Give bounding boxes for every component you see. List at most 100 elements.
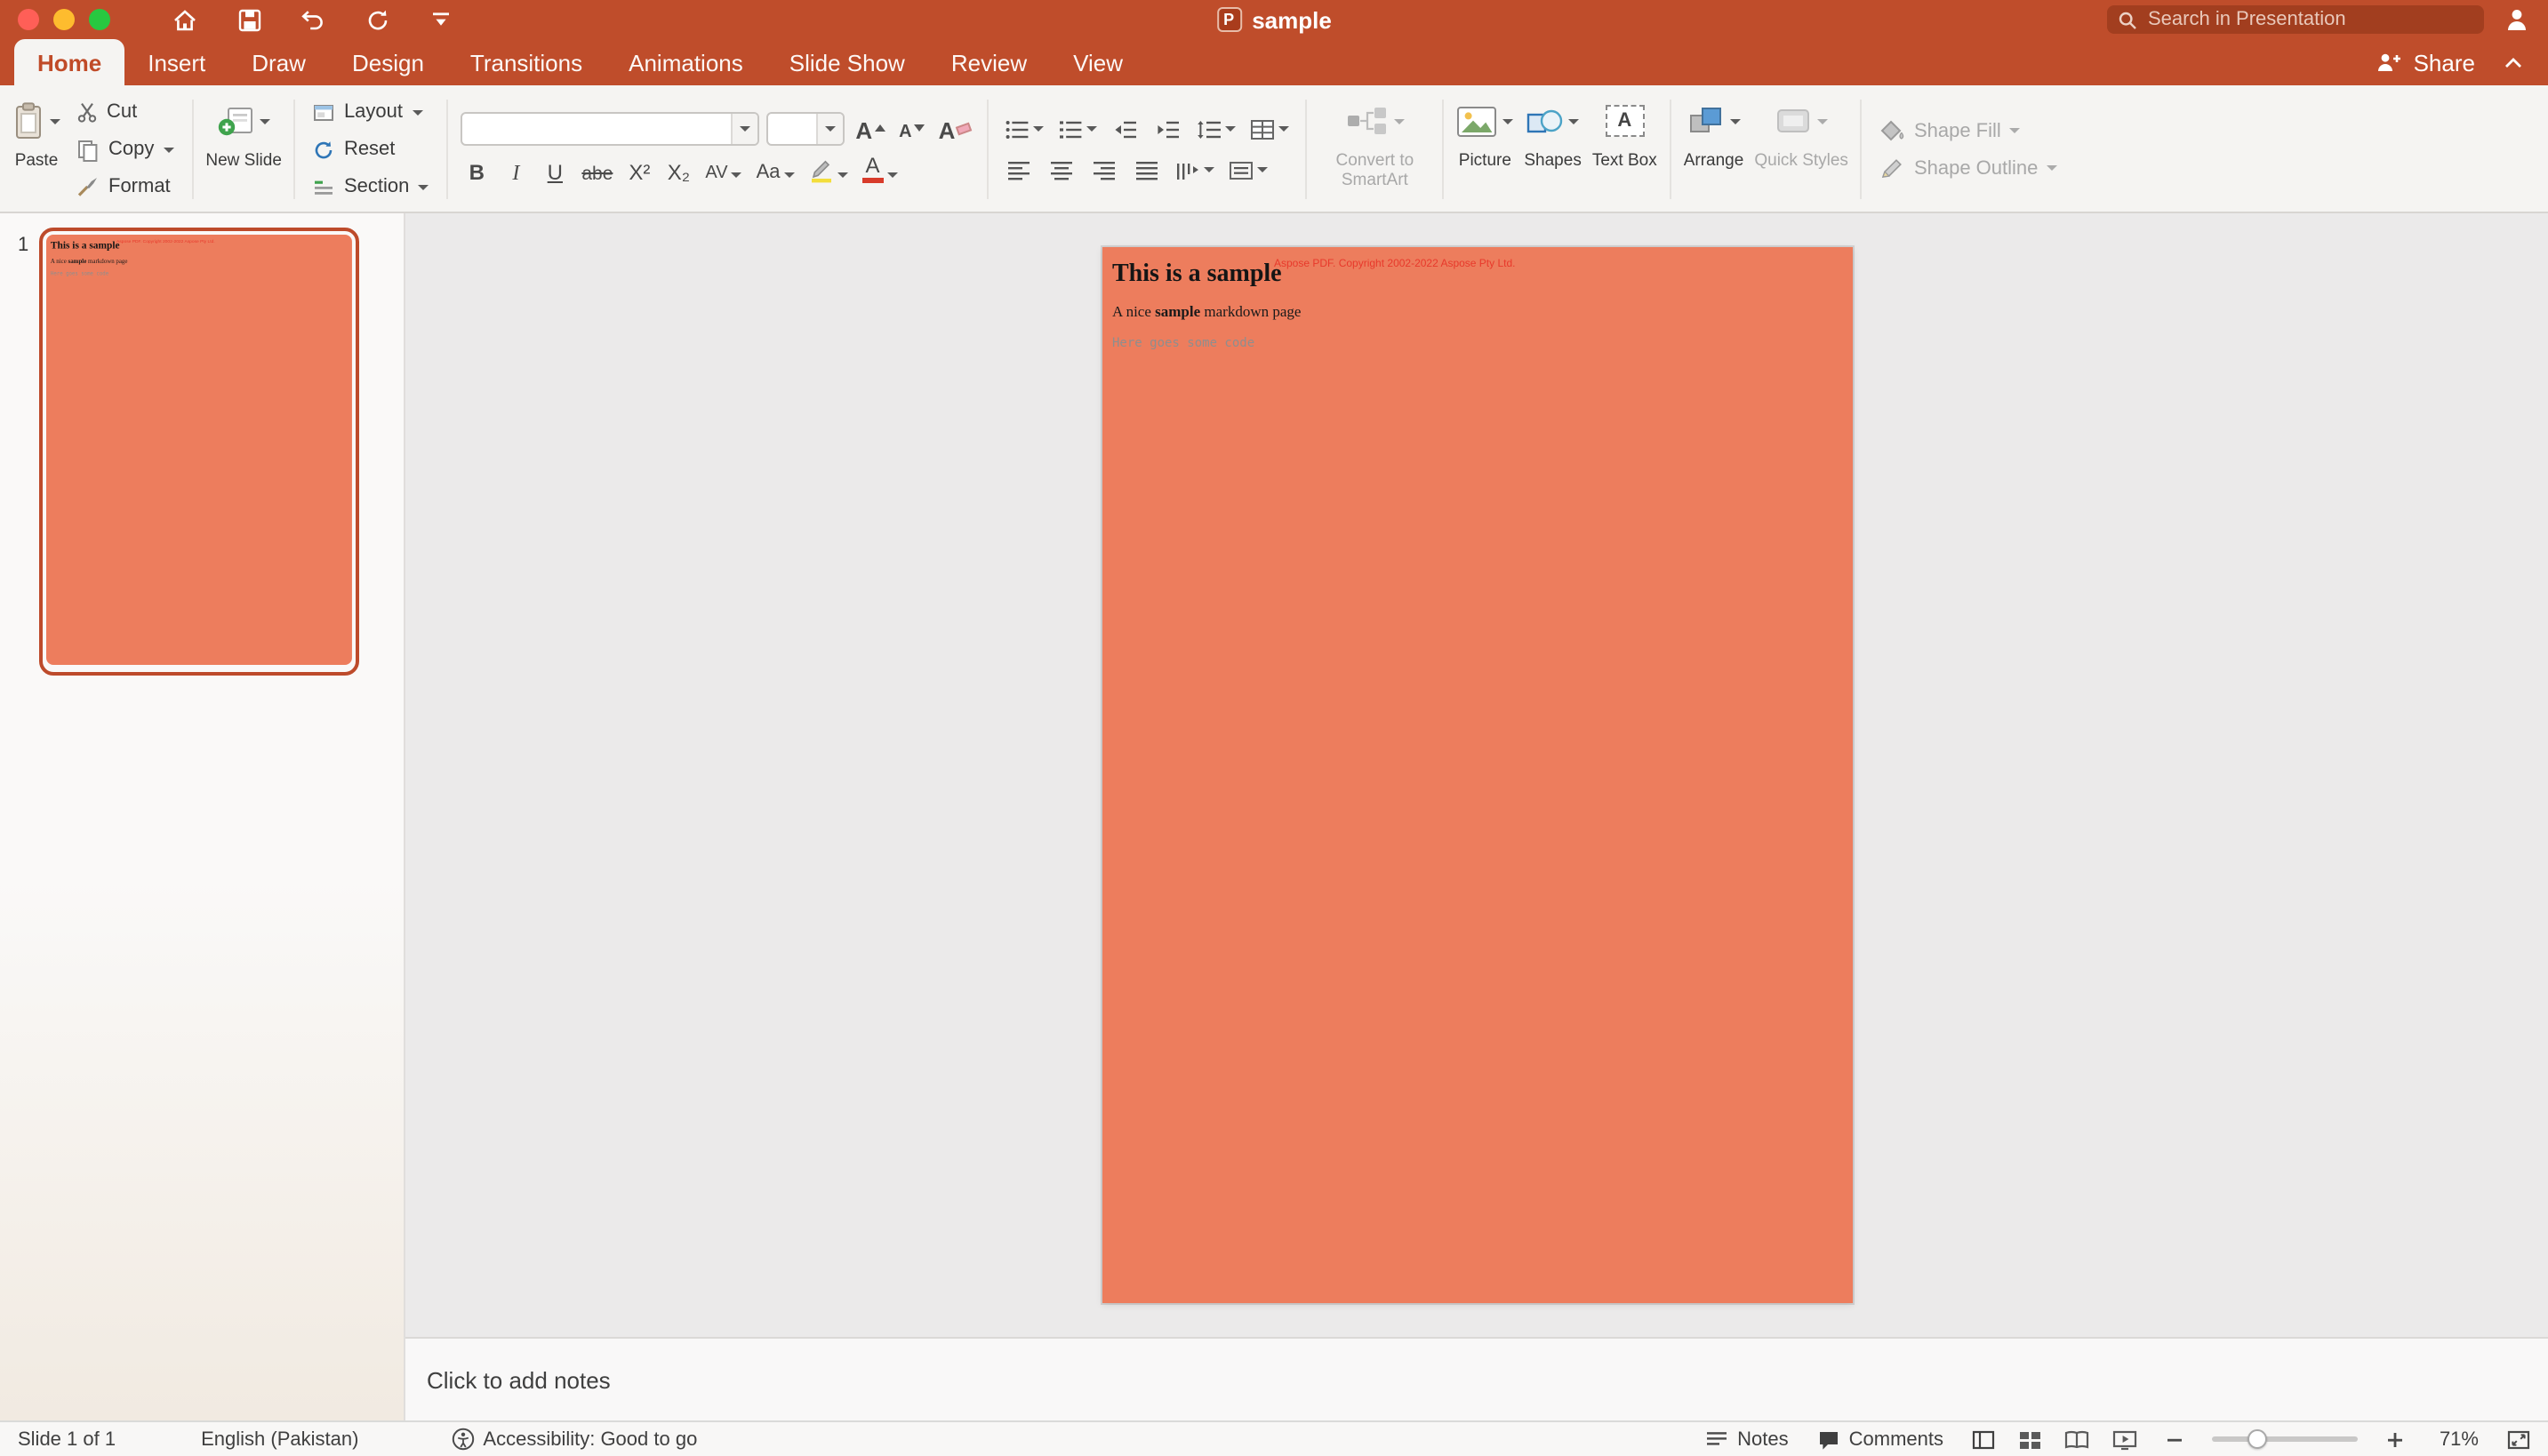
tab-review[interactable]: Review bbox=[928, 39, 1050, 85]
font-color-bar-icon bbox=[862, 178, 884, 183]
save-icon[interactable] bbox=[235, 5, 263, 34]
slide-sorter-view-button[interactable] bbox=[2018, 1428, 2041, 1450]
align-center-button[interactable] bbox=[1044, 154, 1079, 186]
undo-icon[interactable] bbox=[299, 5, 327, 34]
zoom-in-button[interactable] bbox=[2386, 1430, 2404, 1448]
align-left-button[interactable] bbox=[1001, 154, 1037, 186]
paste-dropdown-caret[interactable] bbox=[50, 118, 60, 124]
clear-formatting-button[interactable]: A bbox=[935, 113, 975, 145]
picture-caret[interactable] bbox=[1502, 118, 1513, 124]
decrease-indent-icon bbox=[1113, 118, 1138, 140]
font-size-combobox[interactable] bbox=[766, 112, 845, 146]
tab-transitions[interactable]: Transitions bbox=[447, 39, 605, 85]
text-highlight-button[interactable] bbox=[805, 155, 852, 187]
comments-toggle-button[interactable]: Comments bbox=[1817, 1428, 1943, 1450]
smartart-caret[interactable] bbox=[1393, 118, 1404, 124]
shape-outline-button[interactable]: Shape Outline bbox=[1875, 153, 2063, 183]
picture-button[interactable]: Picture bbox=[1451, 91, 1518, 208]
quick-styles-button[interactable]: Quick Styles bbox=[1749, 91, 1854, 208]
arrange-button[interactable]: Arrange bbox=[1679, 91, 1750, 208]
quick-styles-caret[interactable] bbox=[1817, 118, 1828, 124]
italic-button[interactable]: I bbox=[500, 155, 532, 187]
layout-button[interactable]: Layout bbox=[308, 97, 434, 127]
search-placeholder: Search in Presentation bbox=[2148, 9, 2346, 30]
slide-heading[interactable]: This is a sample bbox=[1112, 261, 1282, 290]
shape-fill-button[interactable]: Shape Fill bbox=[1875, 116, 2063, 146]
bullets-button[interactable] bbox=[1001, 113, 1047, 145]
customize-toolbar-icon[interactable] bbox=[427, 5, 455, 34]
accessibility-status[interactable]: Accessibility: Good to go bbox=[451, 1428, 697, 1451]
shapes-caret[interactable] bbox=[1569, 118, 1580, 124]
slide-body-line[interactable]: A nice sample markdown page bbox=[1112, 302, 1301, 320]
slide-show-view-button[interactable] bbox=[2112, 1428, 2137, 1450]
copy-button[interactable]: Copy bbox=[71, 134, 179, 164]
align-text-button[interactable] bbox=[1225, 154, 1271, 186]
tab-design[interactable]: Design bbox=[329, 39, 447, 85]
increase-font-size-button[interactable]: A bbox=[852, 113, 888, 145]
convert-to-smartart-button[interactable]: Convert to SmartArt bbox=[1314, 91, 1435, 208]
reset-button[interactable]: Reset bbox=[308, 134, 434, 164]
fullscreen-window-button[interactable] bbox=[89, 9, 110, 30]
slide-code-line[interactable]: Here goes some code bbox=[1112, 336, 1254, 350]
tab-insert[interactable]: Insert bbox=[124, 39, 228, 85]
notes-pane[interactable]: Click to add notes bbox=[405, 1337, 2548, 1420]
tab-view[interactable]: View bbox=[1050, 39, 1146, 85]
decrease-indent-button[interactable] bbox=[1108, 113, 1143, 145]
account-icon[interactable] bbox=[2502, 5, 2530, 34]
increase-indent-button[interactable] bbox=[1150, 113, 1186, 145]
tab-slide-show[interactable]: Slide Show bbox=[766, 39, 928, 85]
normal-view-button[interactable] bbox=[1972, 1428, 1995, 1450]
columns-button[interactable] bbox=[1246, 113, 1293, 145]
new-slide-dropdown-caret[interactable] bbox=[260, 118, 270, 124]
home-icon[interactable] bbox=[171, 5, 199, 34]
zoom-slider[interactable] bbox=[2212, 1436, 2358, 1442]
change-case-button[interactable]: Aa bbox=[753, 155, 798, 187]
zoom-level[interactable]: 71% bbox=[2432, 1428, 2479, 1450]
subscript-button[interactable]: X₂ bbox=[662, 155, 694, 187]
font-name-combobox[interactable] bbox=[461, 112, 759, 146]
font-color-button[interactable]: A bbox=[859, 155, 901, 187]
font-color-caret bbox=[887, 172, 898, 178]
share-button[interactable]: Share bbox=[2359, 39, 2493, 85]
paste-button[interactable]: Paste bbox=[7, 91, 66, 208]
zoom-slider-knob[interactable] bbox=[2247, 1429, 2266, 1449]
shapes-button[interactable]: Shapes bbox=[1518, 91, 1586, 208]
notes-toggle-button[interactable]: Notes bbox=[1705, 1428, 1789, 1450]
underline-button[interactable]: U bbox=[539, 155, 571, 187]
section-button[interactable]: Section bbox=[308, 172, 434, 202]
tab-animations[interactable]: Animations bbox=[605, 39, 766, 85]
slide-thumbnail-selected[interactable]: Aspose PDF. Copyright 2002-2022 Aspose P… bbox=[39, 228, 359, 676]
bold-button[interactable]: B bbox=[461, 155, 493, 187]
slide[interactable]: Aspose PDF. Copyright 2002-2022 Aspose P… bbox=[1102, 247, 1852, 1303]
zoom-out-button[interactable] bbox=[2166, 1430, 2183, 1448]
new-slide-button[interactable]: New Slide bbox=[200, 91, 287, 208]
justify-button[interactable] bbox=[1129, 154, 1165, 186]
increase-indent-icon bbox=[1156, 118, 1181, 140]
section-dropdown-caret bbox=[418, 184, 429, 189]
decrease-font-size-button[interactable]: A bbox=[895, 113, 927, 145]
reading-view-button[interactable] bbox=[2064, 1428, 2089, 1450]
text-direction-button[interactable] bbox=[1172, 154, 1218, 186]
font-size-caret[interactable] bbox=[816, 114, 843, 144]
cut-button[interactable]: Cut bbox=[71, 97, 179, 127]
collapse-ribbon-button[interactable] bbox=[2493, 39, 2534, 85]
character-spacing-button[interactable]: AV bbox=[701, 155, 745, 187]
redo-icon[interactable] bbox=[363, 5, 391, 34]
tab-home[interactable]: Home bbox=[14, 39, 124, 85]
strikethrough-button[interactable]: abe bbox=[578, 155, 616, 187]
text-box-button[interactable]: A Text Box bbox=[1587, 91, 1663, 208]
superscript-button[interactable]: X² bbox=[623, 155, 655, 187]
search-input[interactable]: Search in Presentation bbox=[2107, 5, 2484, 34]
arrange-caret[interactable] bbox=[1730, 118, 1741, 124]
close-window-button[interactable] bbox=[18, 9, 39, 30]
group-separator bbox=[1670, 100, 1671, 199]
minimize-window-button[interactable] bbox=[53, 9, 75, 30]
numbering-button[interactable] bbox=[1054, 113, 1101, 145]
format-painter-button[interactable]: Format bbox=[71, 172, 179, 202]
font-name-caret[interactable] bbox=[731, 114, 757, 144]
tab-draw[interactable]: Draw bbox=[228, 39, 329, 85]
line-spacing-button[interactable] bbox=[1193, 113, 1239, 145]
fit-slide-to-window-button[interactable] bbox=[2507, 1428, 2530, 1450]
language-status[interactable]: English (Pakistan) bbox=[201, 1428, 358, 1450]
align-right-button[interactable] bbox=[1086, 154, 1122, 186]
